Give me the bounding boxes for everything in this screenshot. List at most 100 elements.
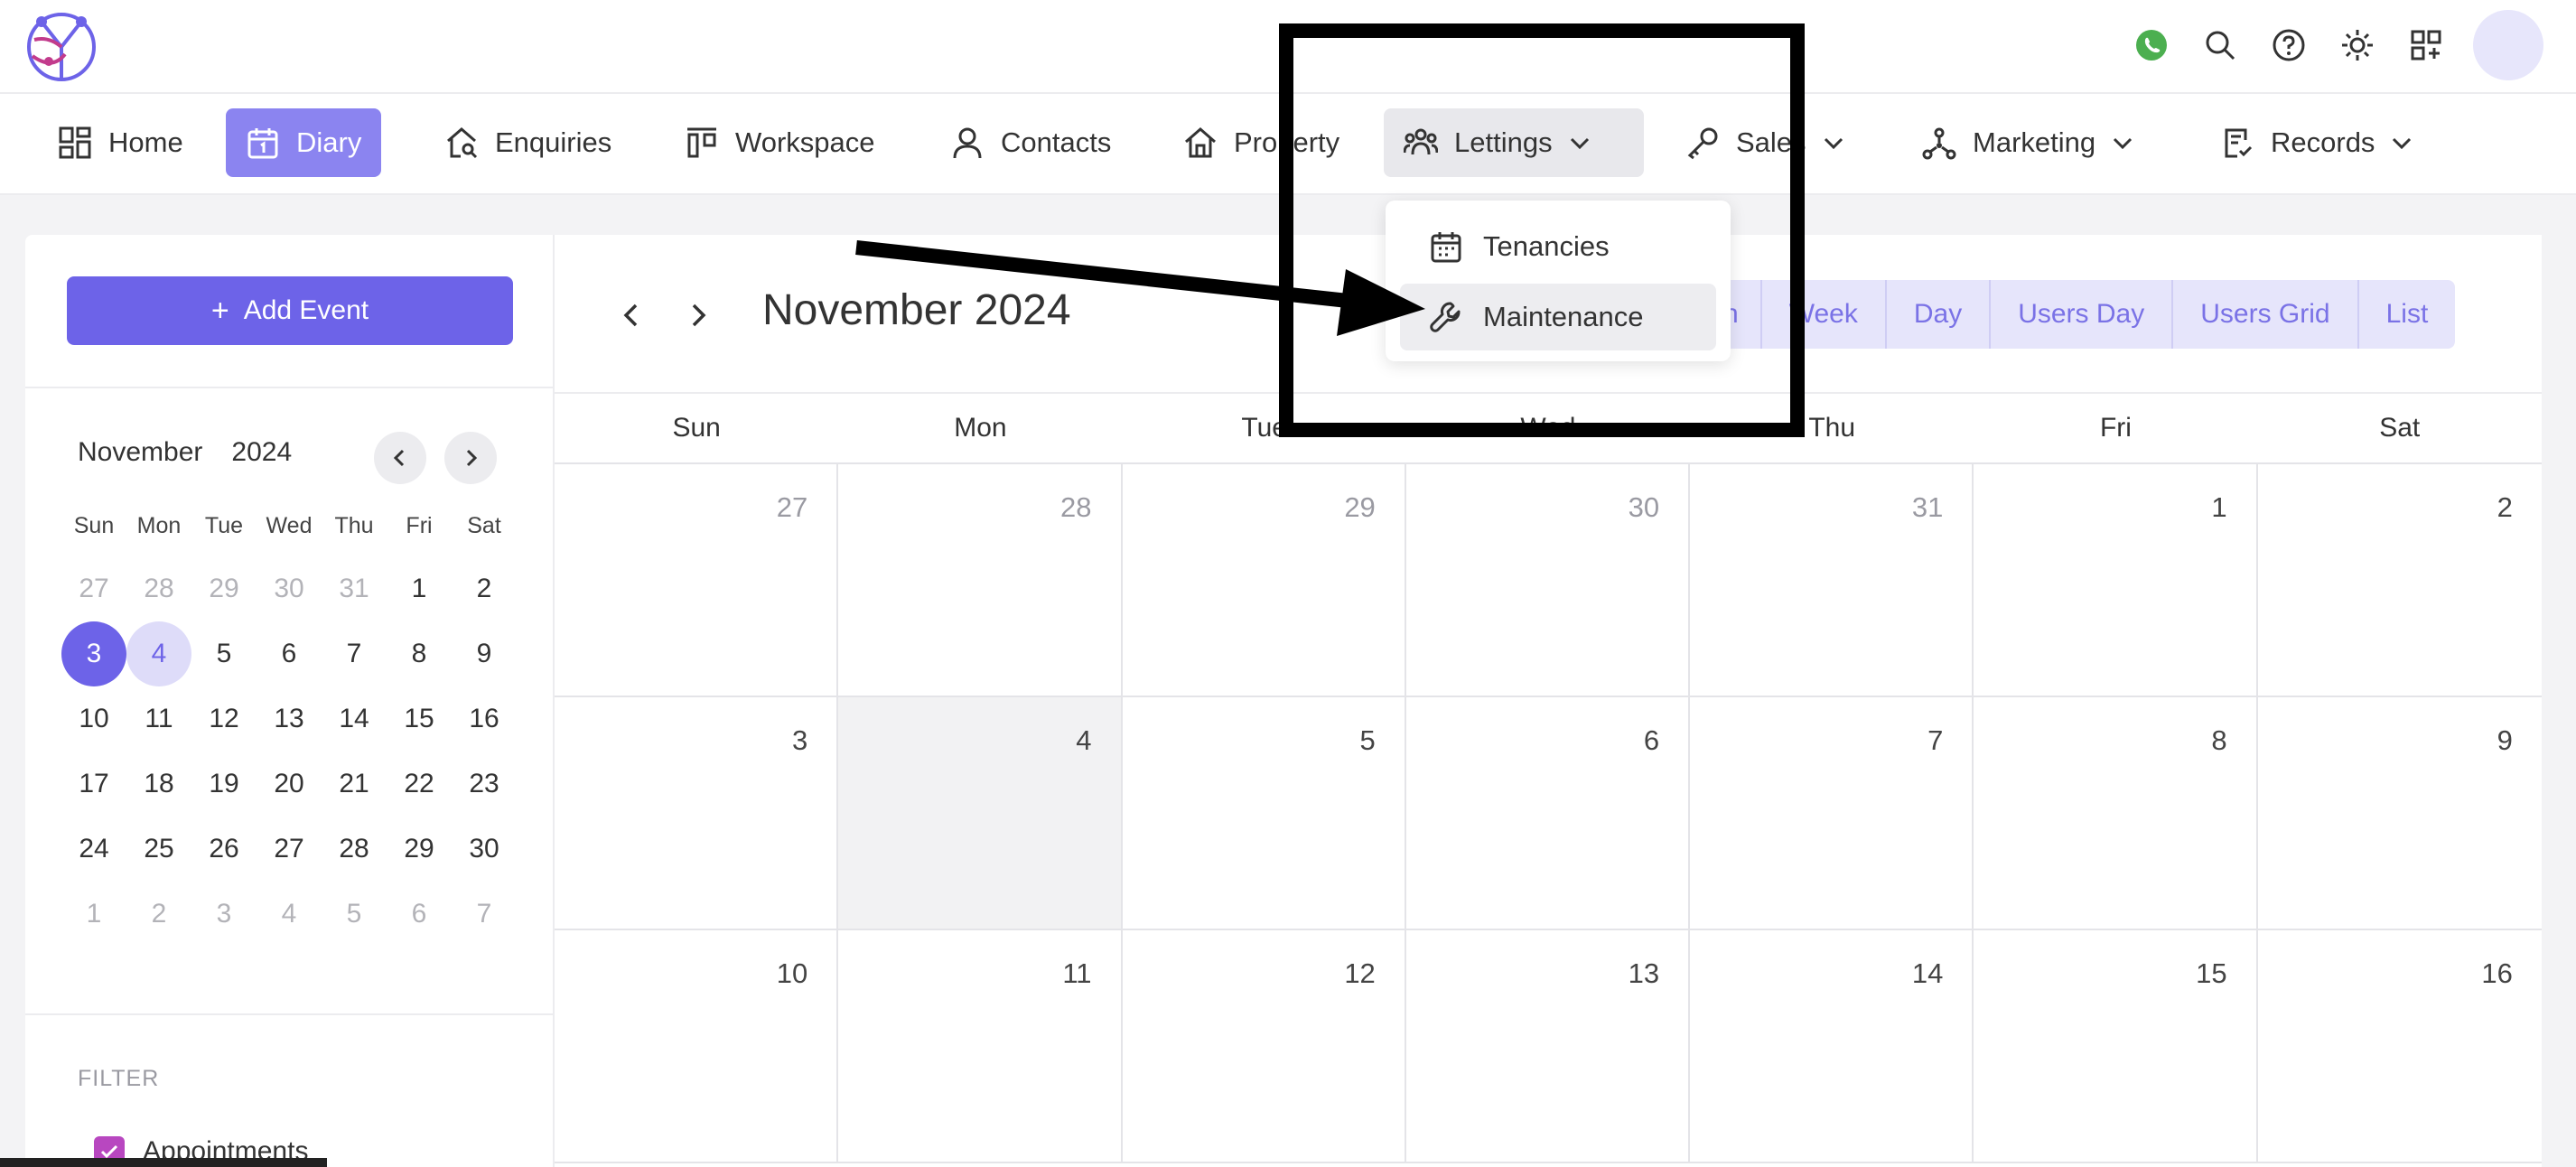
mini-day[interactable]: 28 bbox=[126, 556, 191, 621]
day-number: 16 bbox=[2481, 957, 2513, 989]
view-day-button[interactable]: Day bbox=[1884, 280, 1989, 349]
mini-day[interactable]: 20 bbox=[257, 752, 322, 817]
calendar-day-cell[interactable]: 27 bbox=[555, 464, 839, 696]
mini-day[interactable]: 1 bbox=[387, 556, 452, 621]
calendar-day-cell[interactable]: 16 bbox=[2258, 930, 2542, 1162]
mini-day[interactable]: 8 bbox=[387, 621, 452, 686]
nav-contacts-label: Contacts bbox=[1001, 126, 1112, 158]
avatar[interactable] bbox=[2473, 10, 2543, 80]
mini-day[interactable]: 9 bbox=[452, 621, 517, 686]
view-users-grid-button[interactable]: Users Grid bbox=[2171, 280, 2357, 349]
nav-workspace[interactable]: Workspace bbox=[665, 108, 895, 177]
mini-day[interactable]: 6 bbox=[257, 621, 322, 686]
mini-day[interactable]: 26 bbox=[191, 817, 257, 882]
mini-day[interactable]: 13 bbox=[257, 686, 322, 752]
calendar-day-cell[interactable]: 31 bbox=[1690, 464, 1974, 696]
calendar-day-cell[interactable]: 3 bbox=[555, 697, 839, 929]
mini-day[interactable]: 3 bbox=[191, 882, 257, 947]
whatsapp-icon[interactable] bbox=[2117, 11, 2186, 79]
mini-day[interactable]: 23 bbox=[452, 752, 517, 817]
mini-day[interactable]: 15 bbox=[387, 686, 452, 752]
house-search-icon bbox=[447, 127, 478, 159]
mini-calendar-prev-button[interactable] bbox=[374, 432, 426, 484]
calendar-day-cell[interactable]: 10 bbox=[555, 930, 839, 1162]
mini-day-today[interactable]: 4 bbox=[126, 621, 191, 686]
mini-day[interactable]: 17 bbox=[61, 752, 126, 817]
nav-enquiries[interactable]: Enquiries bbox=[425, 108, 631, 177]
calendar-day-cell[interactable]: 7 bbox=[1690, 697, 1974, 929]
mini-weekday: Thu bbox=[334, 512, 374, 538]
mini-day[interactable]: 31 bbox=[322, 556, 387, 621]
mini-day[interactable]: 1 bbox=[61, 882, 126, 947]
calendar-day-cell[interactable]: 14 bbox=[1690, 930, 1974, 1162]
calendar-day-cell[interactable]: 30 bbox=[1406, 464, 1691, 696]
mini-day[interactable]: 4 bbox=[257, 882, 322, 947]
mini-day[interactable]: 14 bbox=[322, 686, 387, 752]
mini-day[interactable]: 7 bbox=[452, 882, 517, 947]
annotation-highlight-box bbox=[1279, 23, 1805, 437]
nav-records-label: Records bbox=[2271, 126, 2375, 158]
mini-day[interactable]: 5 bbox=[191, 621, 257, 686]
calendar-day-cell[interactable]: 15 bbox=[1974, 930, 2258, 1162]
app-logo[interactable] bbox=[25, 4, 103, 85]
help-icon[interactable] bbox=[2254, 11, 2323, 79]
mini-day[interactable]: 12 bbox=[191, 686, 257, 752]
calendar-prev-button[interactable] bbox=[607, 291, 656, 340]
mini-day[interactable]: 29 bbox=[191, 556, 257, 621]
mini-day[interactable]: 30 bbox=[452, 817, 517, 882]
calendar-day-cell[interactable]: 1 bbox=[1974, 464, 2258, 696]
calendar-icon bbox=[247, 128, 278, 159]
mini-day[interactable]: 6 bbox=[387, 882, 452, 947]
calendar-day-cell[interactable]: 8 bbox=[1974, 697, 2258, 929]
mini-day-selected[interactable]: 3 bbox=[61, 621, 126, 686]
mini-day[interactable]: 2 bbox=[126, 882, 191, 947]
mini-day[interactable]: 5 bbox=[322, 882, 387, 947]
calendar-day-cell[interactable]: 2 bbox=[2258, 464, 2542, 696]
sun-icon[interactable] bbox=[2323, 11, 2392, 79]
top-icons bbox=[2117, 10, 2543, 80]
calendar-day-cell[interactable]: 9 bbox=[2258, 697, 2542, 929]
day-number: 27 bbox=[776, 491, 808, 523]
calendar-day-cell[interactable]: 12 bbox=[1123, 930, 1406, 1162]
mini-day[interactable]: 16 bbox=[452, 686, 517, 752]
day-number: 5 bbox=[1359, 724, 1376, 756]
mini-day[interactable]: 24 bbox=[61, 817, 126, 882]
calendar-day-cell[interactable]: 29 bbox=[1123, 464, 1406, 696]
view-list-button[interactable]: List bbox=[2357, 280, 2456, 349]
mini-weekday: Mon bbox=[136, 512, 182, 538]
nav-home[interactable]: Home bbox=[38, 108, 203, 177]
mini-day[interactable]: 29 bbox=[387, 817, 452, 882]
mini-day[interactable]: 27 bbox=[257, 817, 322, 882]
nav-marketing-label: Marketing bbox=[1973, 126, 2096, 158]
calendar-day-cell[interactable]: 13 bbox=[1406, 930, 1691, 1162]
mini-day[interactable]: 19 bbox=[191, 752, 257, 817]
mini-day[interactable]: 21 bbox=[322, 752, 387, 817]
nav-records[interactable]: Records bbox=[2200, 108, 2434, 177]
calendar-next-button[interactable] bbox=[674, 291, 723, 340]
mini-day[interactable]: 30 bbox=[257, 556, 322, 621]
mini-day[interactable]: 22 bbox=[387, 752, 452, 817]
apps-grid-icon[interactable] bbox=[2392, 11, 2460, 79]
calendar-day-cell[interactable]: 6 bbox=[1406, 697, 1691, 929]
nav-diary[interactable]: Diary bbox=[226, 108, 382, 177]
calendar-day-cell[interactable]: 28 bbox=[838, 464, 1123, 696]
add-event-button[interactable]: + Add Event bbox=[67, 276, 513, 345]
mini-day[interactable]: 25 bbox=[126, 817, 191, 882]
calendar-day-cell[interactable]: 11 bbox=[838, 930, 1123, 1162]
search-icon[interactable] bbox=[2186, 11, 2254, 79]
mini-day[interactable]: 7 bbox=[322, 621, 387, 686]
calendar-day-cell-today[interactable]: 4 bbox=[838, 697, 1123, 929]
view-users-day-button[interactable]: Users Day bbox=[1989, 280, 2171, 349]
mini-day[interactable]: 28 bbox=[322, 817, 387, 882]
mini-day[interactable]: 2 bbox=[452, 556, 517, 621]
mini-day[interactable]: 10 bbox=[61, 686, 126, 752]
nav-marketing[interactable]: Marketing bbox=[1902, 108, 2155, 177]
mini-day[interactable]: 11 bbox=[126, 686, 191, 752]
nav-diary-label: Diary bbox=[296, 126, 362, 158]
mini-day[interactable]: 18 bbox=[126, 752, 191, 817]
calendar-day-cell[interactable]: 5 bbox=[1123, 697, 1406, 929]
mini-calendar-next-button[interactable] bbox=[444, 432, 497, 484]
mini-day[interactable]: 27 bbox=[61, 556, 126, 621]
day-number: 2 bbox=[2497, 491, 2513, 523]
nav-contacts[interactable]: Contacts bbox=[930, 108, 1131, 177]
